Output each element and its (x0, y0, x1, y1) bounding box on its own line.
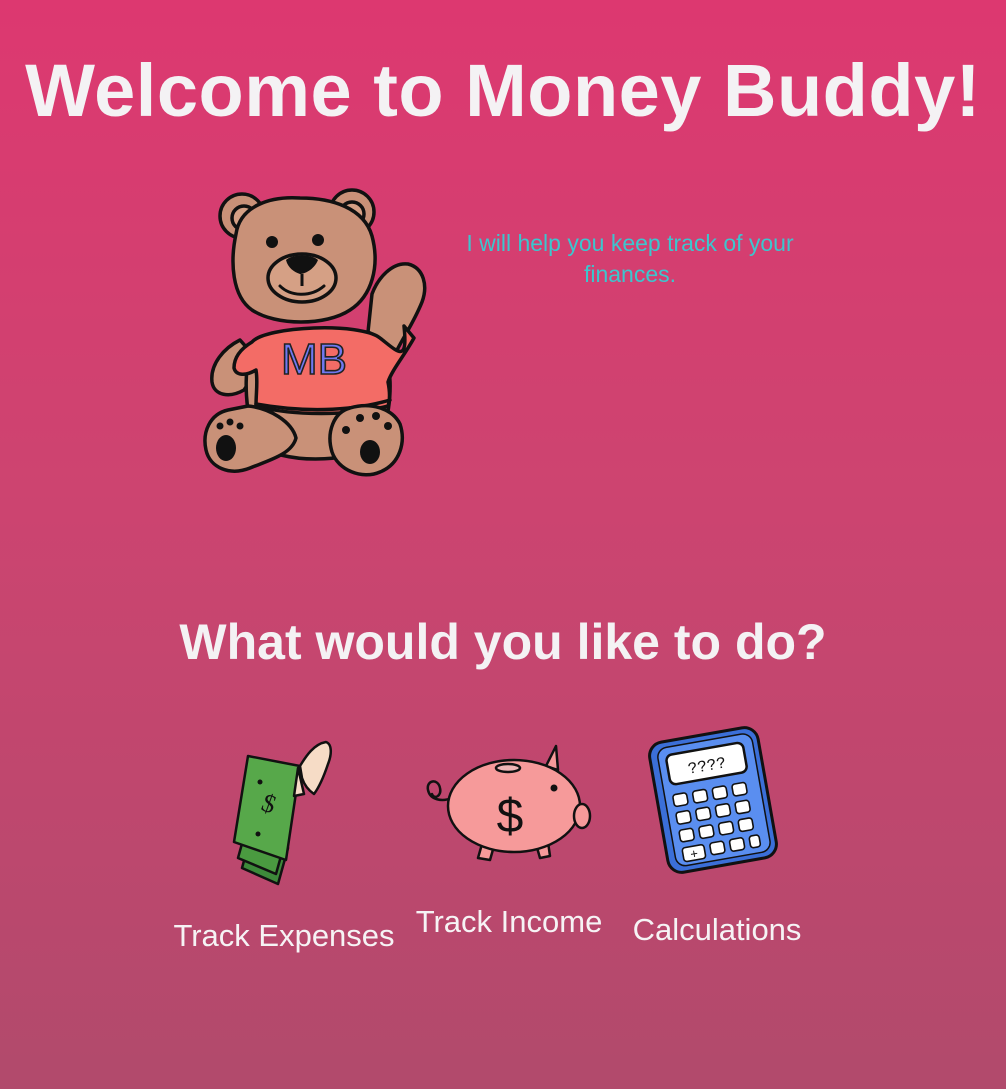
track-income-label: Track Income (415, 904, 603, 939)
intro-tagline: I will help you keep track of your finan… (466, 230, 794, 287)
teddy-bear-icon: MB (203, 188, 427, 477)
calculations-label: Calculations (632, 912, 802, 947)
page-title: Welcome to Money Buddy! (25, 49, 981, 132)
svg-text:$: $ (497, 790, 524, 843)
piggy-bank-icon: $ (426, 744, 592, 862)
track-expenses-button[interactable]: $ Track Expenses (168, 730, 400, 970)
cash-in-hand-icon: $ (232, 740, 332, 886)
calculator-icon: ???? + (648, 726, 778, 874)
track-income-button[interactable]: $ Track Income (404, 730, 614, 960)
calculations-button[interactable]: ???? + Calculations (622, 724, 812, 964)
actions-heading: What would you like to do? (179, 614, 827, 670)
mascot-shirt-text: MB (281, 335, 347, 384)
track-expenses-label: Track Expenses (173, 918, 395, 953)
